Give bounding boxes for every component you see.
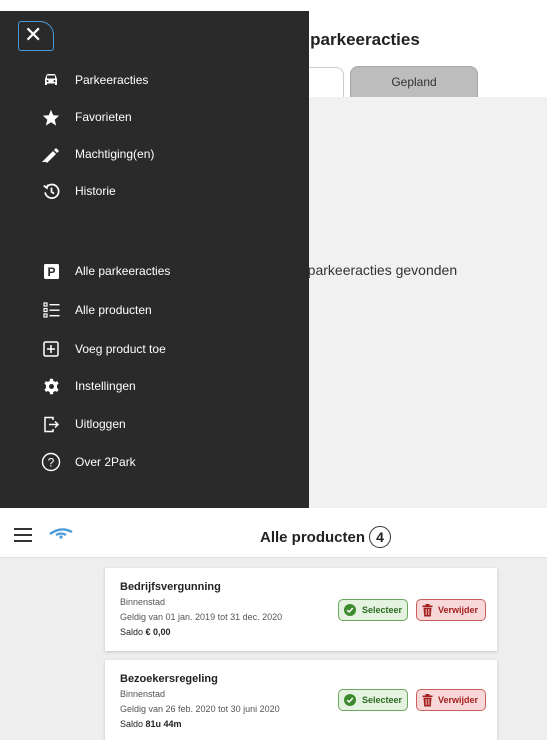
menu-item-label: Uitloggen xyxy=(75,417,126,431)
page-title: e parkeeracties xyxy=(296,30,420,49)
2park-logo-icon xyxy=(49,526,73,544)
svg-text:P: P xyxy=(47,265,55,279)
select-label: Selecteer xyxy=(362,695,403,705)
logout-icon xyxy=(40,413,62,435)
menu-item-alle-parkeeracties[interactable]: P Alle parkeeracties xyxy=(40,260,170,282)
all-products-screen: Alle producten 4 Bedrijfsvergunning Binn… xyxy=(0,508,547,740)
history-icon xyxy=(40,180,62,202)
menu-item-label: Over 2Park xyxy=(75,455,136,469)
product-saldo: Saldo € 0,00 xyxy=(120,627,171,637)
menu-item-label: Alle parkeeracties xyxy=(75,264,171,278)
delete-button[interactable]: Verwijder xyxy=(416,599,486,621)
menu-item-favorieten[interactable]: Favorieten xyxy=(40,106,132,128)
menu-item-label: Instellingen xyxy=(75,379,136,393)
menu-item-instellingen[interactable]: Instellingen xyxy=(40,375,136,397)
pen-icon xyxy=(40,143,62,165)
gear-icon xyxy=(40,375,62,397)
menu-item-historie[interactable]: Historie xyxy=(40,180,116,202)
tab-gepland[interactable]: Gepland xyxy=(350,66,478,97)
svg-text:?: ? xyxy=(48,456,55,470)
saldo-label: Saldo xyxy=(120,627,146,637)
menu-item-voeg-product-toe[interactable]: Voeg product toe xyxy=(40,338,166,360)
menu-item-parkeeracties[interactable]: Parkeeracties xyxy=(40,69,148,91)
menu-item-label: Voeg product toe xyxy=(75,342,166,356)
menu-item-label: Parkeeracties xyxy=(75,73,149,87)
list-icon xyxy=(40,299,62,321)
delete-button[interactable]: Verwijder xyxy=(416,689,486,711)
menu-item-label: Machtiging(en) xyxy=(75,147,155,161)
menu-item-uitloggen[interactable]: Uitloggen xyxy=(40,413,126,435)
app-header: Alle producten 4 xyxy=(0,508,547,558)
menu-icon[interactable] xyxy=(14,528,32,542)
product-saldo: Saldo 81u 44m xyxy=(120,719,182,729)
menu-item-label: Favorieten xyxy=(75,110,132,124)
navigation-drawer: ✕ Parkeeracties Favorieten Machtiging(en… xyxy=(0,11,309,508)
car-icon xyxy=(40,69,62,91)
star-icon xyxy=(40,106,62,128)
select-label: Selecteer xyxy=(362,605,403,615)
product-validity: Geldig van 01 jan. 2019 tot 31 dec. 2020 xyxy=(120,612,283,622)
menu-item-alle-producten[interactable]: Alle producten xyxy=(40,299,152,321)
trash-icon xyxy=(422,603,433,617)
menu-item-label: Alle producten xyxy=(75,303,152,317)
menu-item-label: Historie xyxy=(75,184,116,198)
saldo-value: 81u 44m xyxy=(145,719,182,729)
delete-label: Verwijder xyxy=(438,695,479,705)
empty-state-message: e parkeeracties gevonden xyxy=(296,262,458,278)
product-validity: Geldig van 26 feb. 2020 tot 30 juni 2020 xyxy=(120,704,280,714)
check-circle-icon xyxy=(344,604,356,616)
page-title-group: Alle producten 4 xyxy=(260,526,392,548)
trash-icon xyxy=(422,693,433,707)
product-card: Bedrijfsvergunning Binnenstad Geldig van… xyxy=(105,568,497,651)
close-drawer-button[interactable]: ✕ xyxy=(18,21,54,51)
product-area: Binnenstad xyxy=(120,689,166,699)
add-box-icon xyxy=(40,338,62,360)
page-title: Alle producten xyxy=(260,528,366,546)
saldo-label: Saldo xyxy=(120,719,146,729)
select-button[interactable]: Selecteer xyxy=(338,599,408,621)
product-area: Binnenstad xyxy=(120,597,166,607)
select-button[interactable]: Selecteer xyxy=(338,689,408,711)
menu-item-over-2park[interactable]: ? Over 2Park xyxy=(40,451,136,473)
product-name: Bedrijfsvergunning xyxy=(120,581,221,593)
help-icon: ? xyxy=(40,451,62,473)
product-count-badge: 4 xyxy=(369,526,392,548)
parking-icon: P xyxy=(40,260,62,282)
menu-item-machtigingen[interactable]: Machtiging(en) xyxy=(40,143,154,165)
product-name: Bezoekersregeling xyxy=(120,673,218,685)
close-icon: ✕ xyxy=(24,22,43,47)
saldo-value: € 0,00 xyxy=(145,627,171,637)
product-card: Bezoekersregeling Binnenstad Geldig van … xyxy=(105,660,497,740)
delete-label: Verwijder xyxy=(438,605,479,615)
check-circle-icon xyxy=(344,694,356,706)
